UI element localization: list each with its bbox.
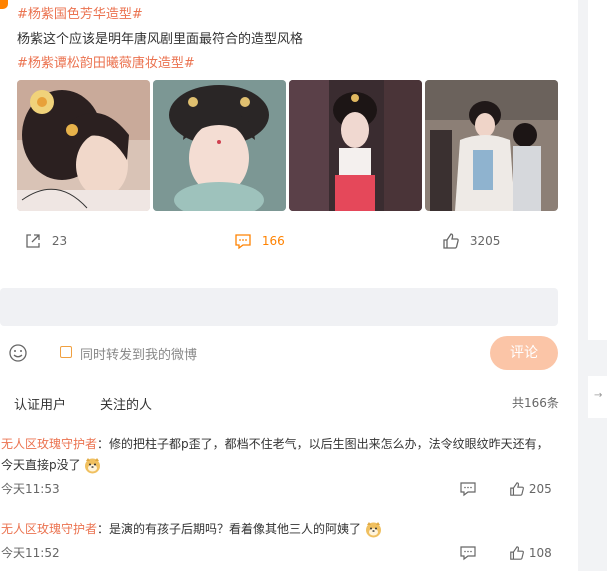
- comment-body-1: 无人区玫瑰守护者：修的把柱子都p歪了，都档不住老气，以后生图出来怎么办，法令纹眼…: [1, 435, 549, 452]
- comment-body-1-line2: 今天直接p没了: [1, 456, 101, 474]
- photo-thumbnail-2[interactable]: [153, 80, 286, 211]
- topic-tag-2[interactable]: #杨紫谭松韵田曦薇唐妆造型#: [17, 52, 195, 71]
- filter-tab-following[interactable]: 关注的人: [100, 394, 152, 413]
- photo-thumbnail-1[interactable]: [17, 80, 150, 211]
- submit-comment-button[interactable]: 评论: [490, 336, 558, 370]
- orange-marker: [0, 0, 8, 9]
- comment-text: ：是演的有孩子后期吗？看着像其他三人的阿姨了: [97, 522, 362, 536]
- repost-action[interactable]: 23: [24, 232, 67, 254]
- repost-count: 23: [51, 234, 68, 248]
- repost-checkbox[interactable]: [60, 346, 72, 358]
- topic-tag-1[interactable]: #杨紫国色芳华造型#: [17, 3, 143, 22]
- filter-tab-verified[interactable]: 认证用户: [14, 394, 66, 413]
- photo-grid: [17, 80, 558, 211]
- like-count: 3205: [469, 234, 501, 248]
- like-action[interactable]: 3205: [442, 232, 500, 254]
- photo-thumbnail-3[interactable]: [289, 80, 422, 211]
- portrait-photo-1: [17, 80, 150, 211]
- comment-icon: [235, 234, 251, 250]
- comment-text: ：修的把柱子都p歪了，都档不住老气，以后生图出来怎么办，法令纹眼纹昨天还有，: [97, 437, 549, 451]
- comment-like-button[interactable]: 108: [509, 545, 552, 561]
- reply-icon[interactable]: [459, 481, 477, 497]
- comment-like-button[interactable]: 205: [509, 481, 552, 497]
- right-sidebar-card[interactable]: →: [588, 376, 607, 418]
- comment-username[interactable]: 无人区玫瑰守护者: [1, 437, 97, 451]
- comment-total: 共166条: [512, 396, 559, 410]
- arrow-icon: →: [594, 390, 603, 401]
- portrait-photo-2: [153, 80, 286, 211]
- repost-icon: [26, 234, 40, 248]
- thumbs-up-icon: [510, 546, 524, 560]
- weibo-post-detail: #杨紫国色芳华造型# 杨紫这个应该是明年唐风剧里面最符合的造型风格 #杨紫谭松韵…: [0, 0, 578, 571]
- thumbs-up-icon: [510, 482, 524, 496]
- portrait-photo-3: [289, 80, 422, 211]
- doge-emoji-icon: [85, 458, 101, 474]
- comment-username[interactable]: 无人区玫瑰守护者: [1, 522, 97, 536]
- comment-body-2: 无人区玫瑰守护者：是演的有孩子后期吗？看着像其他三人的阿姨了: [1, 520, 382, 538]
- comment-time: 今天11:53: [1, 482, 60, 496]
- emoji-icon[interactable]: [8, 343, 28, 363]
- portrait-photo-4: [425, 80, 558, 211]
- comment-input[interactable]: [0, 288, 558, 326]
- right-sidebar-panel: [588, 0, 607, 340]
- repost-checkbox-label: 同时转发到我的微博: [80, 348, 198, 363]
- comment-like-count: 108: [528, 546, 552, 560]
- reply-icon[interactable]: [459, 545, 477, 561]
- photo-thumbnail-4[interactable]: [425, 80, 558, 211]
- comment-action[interactable]: 166: [234, 232, 285, 254]
- post-text: 杨紫这个应该是明年唐风剧里面最符合的造型风格: [17, 32, 304, 47]
- thumbs-up-icon: [443, 233, 459, 249]
- comment-count: 166: [261, 234, 285, 248]
- comment-text: 今天直接p没了: [1, 458, 81, 472]
- comment-like-count: 205: [528, 482, 552, 496]
- comment-time: 今天11:52: [1, 546, 60, 560]
- doge-emoji-icon: [365, 522, 381, 538]
